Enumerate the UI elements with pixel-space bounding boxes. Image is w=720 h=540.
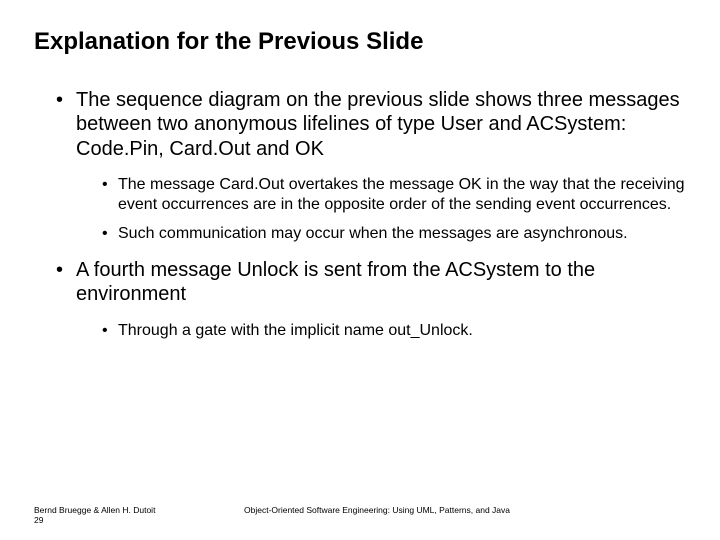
sub-bullet-item: Such communication may occur when the me… bbox=[102, 224, 686, 244]
bullet-item: The sequence diagram on the previous sli… bbox=[56, 88, 686, 244]
bullet-text: The sequence diagram on the previous sli… bbox=[76, 89, 680, 160]
sub-bullet-text: Such communication may occur when the me… bbox=[118, 225, 628, 242]
sub-bullet-text: The message Card.Out overtakes the messa… bbox=[118, 176, 685, 213]
sub-bullet-list: Through a gate with the implicit name ou… bbox=[76, 321, 686, 341]
footer-page-number: 29 bbox=[34, 515, 234, 526]
footer-authors: Bernd Bruegge & Allen H. Dutoit bbox=[34, 505, 234, 516]
slide: Explanation for the Previous Slide The s… bbox=[0, 0, 720, 540]
footer-book-title: Object-Oriented Software Engineering: Us… bbox=[234, 505, 686, 526]
sub-bullet-list: The message Card.Out overtakes the messa… bbox=[76, 175, 686, 244]
sub-bullet-item: The message Card.Out overtakes the messa… bbox=[102, 175, 686, 214]
slide-title: Explanation for the Previous Slide bbox=[34, 28, 686, 56]
bullet-list: The sequence diagram on the previous sli… bbox=[34, 88, 686, 340]
footer-left: Bernd Bruegge & Allen H. Dutoit 29 bbox=[34, 505, 234, 526]
sub-bullet-item: Through a gate with the implicit name ou… bbox=[102, 321, 686, 341]
bullet-item: A fourth message Unlock is sent from the… bbox=[56, 258, 686, 340]
slide-footer: Bernd Bruegge & Allen H. Dutoit 29 Objec… bbox=[34, 505, 686, 526]
sub-bullet-text: Through a gate with the implicit name ou… bbox=[118, 322, 473, 339]
bullet-text: A fourth message Unlock is sent from the… bbox=[76, 259, 595, 305]
